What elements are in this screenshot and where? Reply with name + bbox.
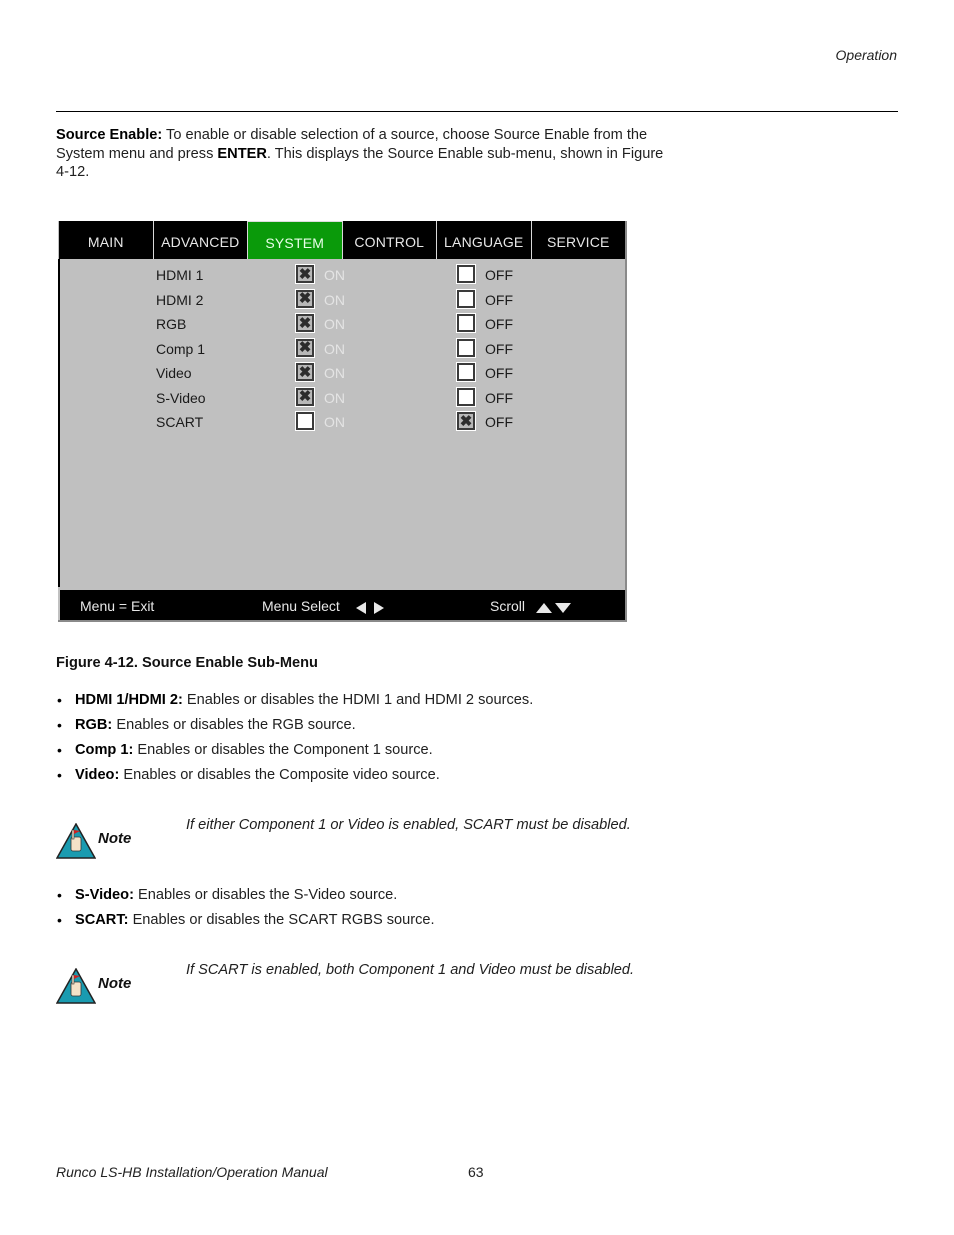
off-label: OFF xyxy=(485,414,513,430)
manual-title: Runco LS-HB Installation/Operation Manua… xyxy=(56,1164,328,1180)
off-label: OFF xyxy=(485,365,513,381)
on-label: ON xyxy=(324,267,345,283)
bullet-term: SCART: xyxy=(75,912,129,928)
off-label: OFF xyxy=(485,291,513,308)
on-checkbox[interactable]: ✖ xyxy=(296,289,314,308)
on-label: ON xyxy=(324,389,345,406)
off-checkbox[interactable] xyxy=(457,338,475,357)
osd-footer-bar: Menu = Exit Menu Select Scroll xyxy=(60,590,625,620)
source-name: HDMI 2 xyxy=(156,291,204,308)
off-label: OFF xyxy=(485,389,513,406)
source-row: HDMI 1 ✖ ON OFF xyxy=(58,263,624,288)
source-row: Video ✖ ON OFF xyxy=(58,361,624,386)
on-label: ON xyxy=(324,291,345,308)
arrow-down-icon xyxy=(555,599,571,615)
on-checkbox[interactable]: ✖ xyxy=(296,387,314,406)
note-1: Note If either Component 1 or Video is e… xyxy=(56,817,696,867)
source-name: SCART xyxy=(156,414,204,430)
list-item: S-Video: Enables or disables the S-Video… xyxy=(56,885,676,910)
bullet-text: Enables or disables the S-Video source. xyxy=(133,887,398,903)
section-header: Operation xyxy=(835,47,897,63)
source-row: SCART ON ✖ OFF xyxy=(58,410,624,435)
header-rule xyxy=(56,111,898,112)
bullet-term: Video: xyxy=(75,767,120,783)
tab-service[interactable]: SERVICE xyxy=(532,221,626,259)
figure-caption: Figure 4-12. Source Enable Sub-Menu xyxy=(56,655,318,671)
osd-tab-bar: MAIN ADVANCED SYSTEM CONTROL LANGUAGE SE… xyxy=(59,221,625,259)
on-label: ON xyxy=(324,414,345,430)
osd-left-border xyxy=(58,259,60,587)
source-row: RGB ✖ ON OFF xyxy=(58,312,624,337)
page-number: 63 xyxy=(468,1164,484,1180)
off-checkbox[interactable] xyxy=(457,265,475,283)
off-label: OFF xyxy=(485,267,513,283)
bullet-list-2: S-Video: Enables or disables the S-Video… xyxy=(56,885,676,935)
note-label: Note xyxy=(98,830,132,847)
off-checkbox[interactable] xyxy=(457,289,475,308)
note-2: Note If SCART is enabled, both Component… xyxy=(56,962,696,1012)
intro-paragraph: Source Enable: To enable or disable sele… xyxy=(56,126,666,182)
bullet-term: S-Video: xyxy=(75,887,134,903)
source-name: S-Video xyxy=(156,389,206,406)
bullet-text: Enables or disables the HDMI 1 and HDMI … xyxy=(182,692,534,708)
list-item: Video: Enables or disables the Composite… xyxy=(56,765,676,790)
source-row: Comp 1 ✖ ON OFF xyxy=(58,337,624,362)
bullet-text: Enables or disables the Composite video … xyxy=(119,767,440,783)
bullet-text: Enables or disables the Component 1 sour… xyxy=(133,742,433,758)
scroll-hint: Scroll xyxy=(490,598,526,614)
bullet-term: HDMI 1/HDMI 2: xyxy=(75,692,183,708)
on-label: ON xyxy=(324,340,345,357)
on-checkbox[interactable] xyxy=(296,412,314,430)
bullet-list-1: HDMI 1/HDMI 2: Enables or disables the H… xyxy=(56,690,676,790)
source-name: RGB xyxy=(156,316,187,332)
intro-term: Source Enable: xyxy=(56,127,163,143)
note-text: If SCART is enabled, both Component 1 an… xyxy=(186,962,635,978)
on-checkbox[interactable]: ✖ xyxy=(296,338,314,357)
arrow-left-icon xyxy=(356,599,366,615)
intro-key: ENTER xyxy=(217,145,267,162)
arrow-right-icon xyxy=(374,599,384,615)
tab-advanced[interactable]: ADVANCED xyxy=(154,221,248,259)
bullet-term: RGB: xyxy=(75,717,113,733)
note-label: Note xyxy=(98,975,132,992)
on-checkbox[interactable]: ✖ xyxy=(296,314,314,332)
tab-system[interactable]: SYSTEM xyxy=(248,221,343,259)
source-row: S-Video ✖ ON OFF xyxy=(58,386,624,411)
on-label: ON xyxy=(324,365,345,381)
source-name: Video xyxy=(156,365,192,381)
bullet-text: Enables or disables the RGB source. xyxy=(112,717,356,733)
note-hand-icon xyxy=(56,823,96,859)
note-text: If either Component 1 or Video is enable… xyxy=(186,817,631,833)
list-item: SCART: Enables or disables the SCART RGB… xyxy=(56,910,676,935)
on-label: ON xyxy=(324,316,345,332)
bullet-text: Enables or disables the SCART RGBS sourc… xyxy=(128,912,435,928)
off-checkbox[interactable]: ✖ xyxy=(457,412,475,430)
note-hand-icon xyxy=(56,968,96,1004)
menu-exit-hint: Menu = Exit xyxy=(80,598,155,614)
bullet-term: Comp 1: xyxy=(75,742,134,758)
source-name: Comp 1 xyxy=(156,340,206,357)
tab-main[interactable]: MAIN xyxy=(59,221,154,259)
menu-select-hint: Menu Select xyxy=(262,598,340,614)
list-item: HDMI 1/HDMI 2: Enables or disables the H… xyxy=(56,690,676,715)
on-checkbox[interactable]: ✖ xyxy=(296,363,314,381)
list-item: Comp 1: Enables or disables the Componen… xyxy=(56,740,676,765)
source-row: HDMI 2 ✖ ON OFF xyxy=(58,288,624,313)
off-label: OFF xyxy=(485,340,513,357)
tab-language[interactable]: LANGUAGE xyxy=(437,221,532,259)
off-checkbox[interactable] xyxy=(457,387,475,406)
arrow-up-icon xyxy=(536,599,552,615)
off-checkbox[interactable] xyxy=(457,314,475,332)
on-checkbox[interactable]: ✖ xyxy=(296,265,314,283)
off-label: OFF xyxy=(485,316,513,332)
source-name: HDMI 1 xyxy=(156,267,204,283)
off-checkbox[interactable] xyxy=(457,363,475,381)
osd-menu-panel: HDMI 1 ✖ ON OFF HDMI 2 ✖ ON OFF RGB ✖ ON OFF Comp 1 ✖… xyxy=(58,221,627,622)
tab-control[interactable]: CONTROL xyxy=(343,221,437,259)
list-item: RGB: Enables or disables the RGB source. xyxy=(56,715,676,740)
